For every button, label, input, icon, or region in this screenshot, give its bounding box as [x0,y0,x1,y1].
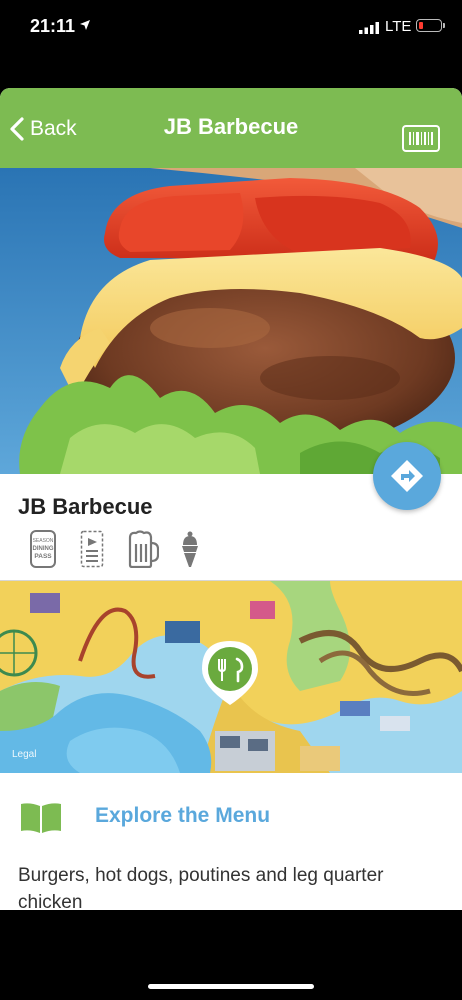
restaurant-name: JB Barbecue [18,494,153,519]
restaurant-description: Burgers, hot dogs, poutines and leg quar… [18,865,384,910]
park-map[interactable] [0,581,462,773]
quick-service-icon [80,530,104,568]
home-indicator[interactable] [148,984,314,989]
battery-icon [416,19,442,32]
directions-icon [391,460,423,492]
explore-menu-button[interactable]: Explore the Menu [0,774,462,860]
ice-cream-icon [182,531,198,567]
svg-text:DINING: DINING [33,546,54,552]
battery-tip [443,23,445,28]
directions-button[interactable] [373,442,441,510]
map-legal-link[interactable]: Legal [12,749,36,760]
hero-burger-image [0,168,462,474]
page-title: JB Barbecue [163,114,299,139]
nav-bar: Back JB Barbecue [0,88,462,168]
location-arrow-icon [80,20,90,30]
book-icon [21,803,61,833]
explore-menu-label: Explore the Menu [95,804,271,827]
barcode-icon[interactable] [402,125,440,152]
season-dining-pass-icon: SEASON DINING PASS [30,530,56,568]
svg-text:PASS: PASS [34,553,52,560]
screen: Back JB Barbecue JB Barbecue SEASON DINI… [0,88,462,910]
status-time: 21:11 [30,16,76,36]
svg-text:SEASON: SEASON [33,538,54,544]
signal-icon [359,22,379,34]
status-bar: 21:11 LTE [0,0,462,58]
beer-icon [128,530,159,568]
network-type: LTE [385,18,412,35]
